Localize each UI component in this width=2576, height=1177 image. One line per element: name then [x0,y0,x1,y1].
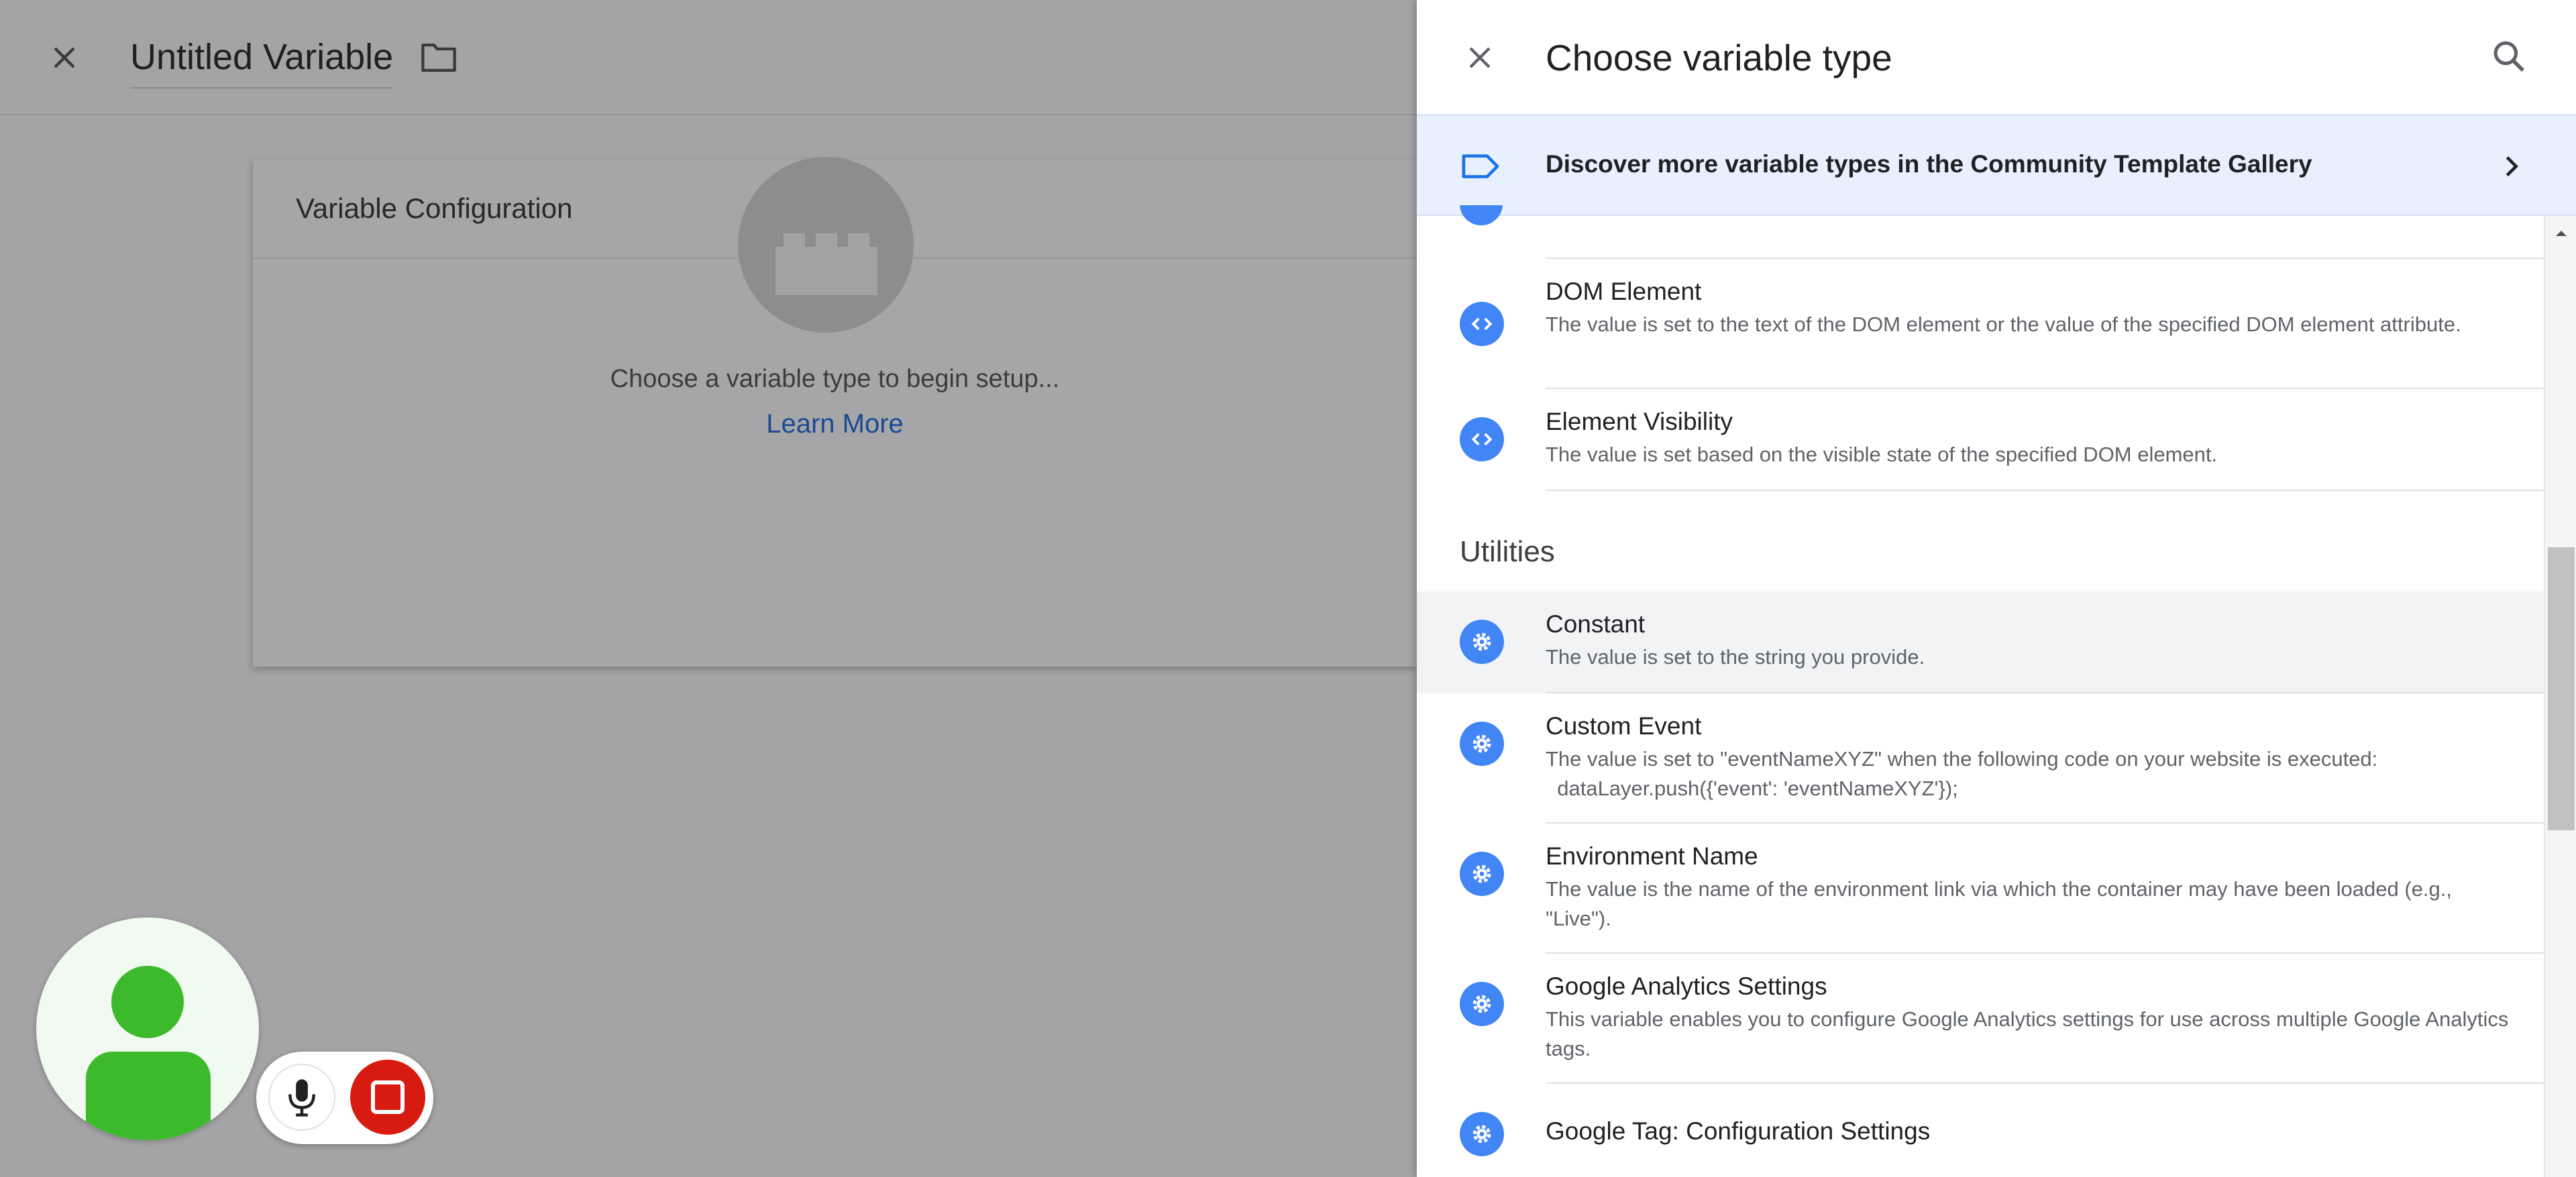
item-name: Environment Name [1546,842,1758,870]
variable-type-list: DOM Element The value is set to the text… [1417,205,2544,1177]
item-name: Google Tag: Configuration Settings [1546,1117,1931,1145]
item-name: Google Analytics Settings [1546,972,1827,1000]
code-icon [1460,302,1504,346]
item-description: The value is set based on the visible st… [1546,443,2218,466]
list-scrollbar[interactable] [2544,216,2576,1177]
gear-icon [1460,982,1504,1026]
variable-type-dom-element[interactable]: DOM Element The value is set to the text… [1417,259,2544,389]
divider [1546,490,2544,491]
brick-icon [775,233,877,295]
variable-type-constant[interactable]: Constant The value is set to the string … [1417,592,2544,693]
item-name: Custom Event [1546,712,1702,740]
item-name: Element Visibility [1546,408,1733,435]
gear-icon [1460,722,1504,766]
tag-icon [1462,154,1499,178]
close-icon[interactable] [1464,42,1496,74]
variable-type-google-tag-configuration-settings[interactable]: Google Tag: Configuration Settings [1417,1084,2544,1177]
recording-controls [256,1052,433,1144]
item-description: The value is the name of the environment… [1546,877,2458,930]
avatar-head [111,966,184,1038]
variable-name-field[interactable]: Untitled Variable [130,34,394,89]
gear-icon [1460,852,1504,896]
community-template-gallery-link[interactable]: Discover more variable types in the Comm… [1417,114,2576,216]
microphone-icon [288,1079,315,1117]
avatar-body [86,1052,211,1140]
item-description: The value is set to "eventNameXYZ" when … [1546,747,2378,800]
user-avatar-icon [36,917,259,1140]
stop-recording-button[interactable] [350,1060,425,1135]
code-icon [1460,417,1504,461]
choose-variable-type-drawer: Choose variable type Discover more varia… [1417,0,2576,1177]
item-description: This variable enables you to configure G… [1546,1007,2514,1060]
chevron-right-icon [2506,156,2518,176]
variable-type-element-visibility[interactable]: Element Visibility The value is set base… [1417,389,2544,491]
setup-hint: Choose a variable type to begin setup... [610,365,1060,393]
drawer-header: Choose variable type [1417,0,2576,114]
item-description: The value is set to the text of the DOM … [1546,313,2461,336]
gear-icon [1460,620,1504,664]
variable-type-environment-name[interactable]: Environment Name The value is the name o… [1417,824,2544,954]
item-name: Constant [1546,610,1646,638]
section-header-utilities: Utilities [1460,535,1555,568]
variable-type-custom-event[interactable]: Custom Event The value is set to "eventN… [1417,693,2544,824]
editor-header: Untitled Variable [0,0,1417,115]
drawer-title: Choose variable type [1546,37,1892,78]
gear-icon [1460,1112,1504,1156]
code-icon [1460,205,1503,227]
microphone-button[interactable] [268,1064,335,1131]
search-icon[interactable] [2490,38,2528,75]
item-name: DOM Element [1546,278,1702,305]
folder-icon[interactable] [419,40,458,75]
variable-type-google-analytics-settings[interactable]: Google Analytics Settings This variable … [1417,954,2544,1084]
stop-icon [371,1080,405,1114]
learn-more-link[interactable]: Learn More [253,409,1417,439]
item-description: The value is set to the string you provi… [1546,645,1925,669]
scrollbar-thumb[interactable] [2548,547,2575,830]
scroll-up-arrow-icon[interactable] [2555,227,2568,240]
close-icon[interactable] [48,42,80,74]
gallery-banner-text: Discover more variable types in the Comm… [1546,150,2312,178]
